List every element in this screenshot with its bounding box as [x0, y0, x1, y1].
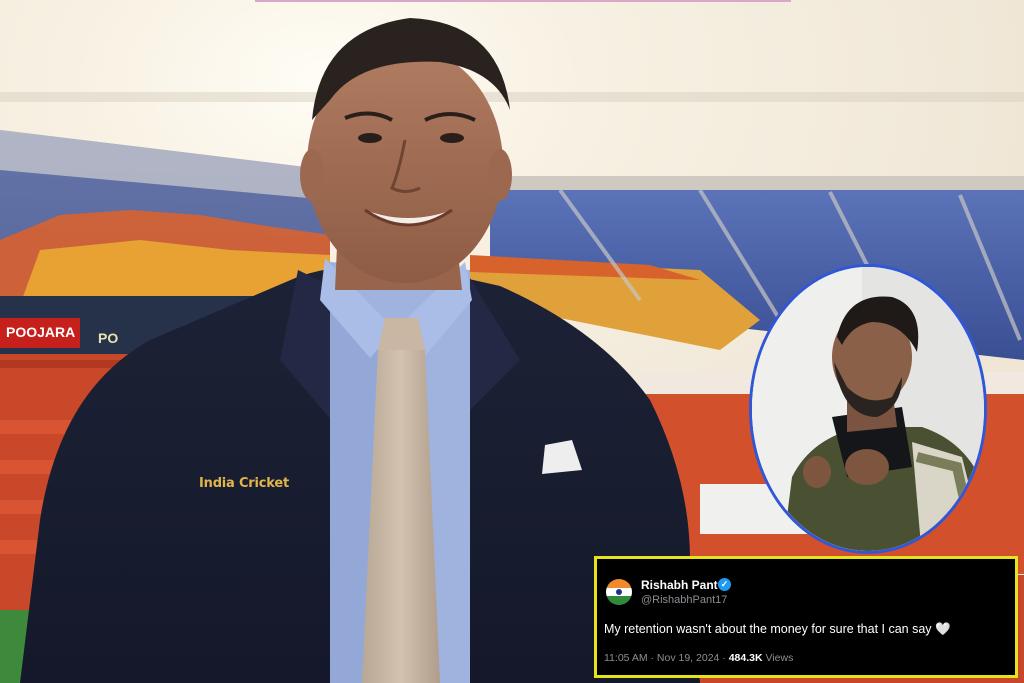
tweet-views-count: 484.3K [728, 652, 763, 664]
tweet-meta: 11:05 AM · Nov 19, 2024 · 484.3K Views [604, 652, 793, 664]
tweet-card[interactable]: Rishabh Pant ✓ @RishabhPant17 My retenti… [594, 556, 1018, 678]
jacket-badge: India Cricket [199, 476, 289, 491]
tweet-text-content: My retention wasn't about the money for … [604, 622, 932, 636]
tweet-text: My retention wasn't about the money for … [604, 622, 951, 637]
stadium-board-text: POOJARA [6, 324, 76, 340]
verified-badge-icon: ✓ [718, 578, 731, 591]
stadium-board-text-2: PO [98, 330, 119, 346]
inset-portrait [749, 264, 987, 554]
avatar[interactable] [606, 579, 632, 605]
tweet-author-name[interactable]: Rishabh Pant [641, 578, 718, 592]
top-divider [255, 0, 791, 2]
tweet-author-handle[interactable]: @RishabhPant17 [641, 594, 727, 606]
tweet-views-label: Views [762, 652, 794, 664]
inset-portrait-image [752, 267, 984, 551]
tweet-timestamp[interactable]: 11:05 AM · Nov 19, 2024 · [604, 652, 729, 664]
white-heart-icon: 🤍 [935, 622, 951, 636]
india-flag-avatar-icon [606, 579, 632, 605]
